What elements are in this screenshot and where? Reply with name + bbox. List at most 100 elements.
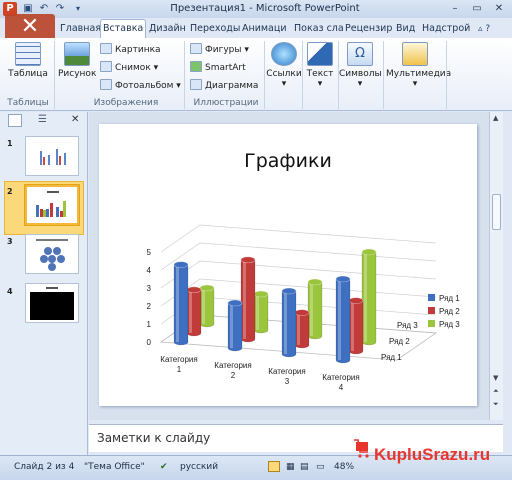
chart-label: Диаграмма: [205, 81, 259, 91]
chart-button[interactable]: Диаграмма: [190, 79, 258, 94]
tab-addins[interactable]: Надстрой: [420, 20, 472, 38]
reading-view-icon[interactable]: ▤: [300, 462, 309, 472]
screenshot-button[interactable]: Снимок ▾: [100, 61, 158, 76]
slides-tab-icon[interactable]: [8, 114, 22, 127]
table-button-label: Таблица: [8, 69, 48, 79]
group-separator: [446, 41, 447, 109]
theme-name[interactable]: "Тема Office": [84, 462, 145, 472]
table-button[interactable]: Таблица: [8, 42, 48, 79]
table-icon: [15, 42, 41, 66]
x-tick-label: Категория: [268, 367, 305, 376]
cylinder-Ряд-3-3[interactable]: [307, 278, 323, 340]
scroll-up-icon[interactable]: ▲: [493, 114, 498, 122]
slide-thumbnail-4[interactable]: [25, 283, 79, 323]
title-bar: P ▣ ↶ ↷ ▾ Презентация1 - Microsoft Power…: [0, 0, 512, 18]
slide-number: 1: [7, 139, 13, 148]
links-label: Ссылки: [266, 69, 302, 79]
omega-icon: Ω: [347, 42, 373, 66]
smartart-button[interactable]: SmartArt: [190, 61, 246, 76]
scroll-thumb[interactable]: [492, 194, 501, 230]
photo-album-button[interactable]: Фотоальбом ▾: [100, 79, 181, 94]
cylinder-Ряд-1-4[interactable]: [335, 275, 351, 364]
slideshow-view-icon[interactable]: ▭: [316, 462, 325, 472]
x-tick-label: Категория: [214, 361, 251, 370]
y-tick-label: 0: [147, 338, 152, 347]
media-label: Мультимедиа: [386, 69, 452, 79]
language[interactable]: русский: [180, 462, 218, 472]
maximize-button[interactable]: ▭: [466, 1, 488, 16]
slide-thumbnail-3[interactable]: [25, 234, 79, 274]
legend-entry[interactable]: Ряд 2: [439, 307, 460, 316]
clipart-button[interactable]: Картинка: [100, 43, 161, 58]
legend-swatch: [428, 307, 435, 314]
cylinder-Ряд-3-4[interactable]: [361, 248, 377, 346]
thumbnail-preview: [36, 191, 66, 217]
tab-design[interactable]: Дизайн: [147, 20, 188, 38]
cylinder-Ряд-1-1[interactable]: [173, 261, 189, 346]
cylinder-Ряд-2-4[interactable]: [348, 297, 364, 355]
close-window-button[interactable]: ✕: [488, 1, 510, 16]
speaker-icon: [402, 42, 428, 66]
tab-transitions[interactable]: Переходы: [188, 20, 242, 38]
group-separator: [383, 41, 384, 109]
tab-insert[interactable]: Вставка: [100, 19, 146, 39]
ribbon: Таблица Таблицы Рисунок Картинка Снимок …: [0, 38, 512, 111]
slide-sorter-icon[interactable]: ▦: [286, 462, 295, 472]
watermark-text: KupluSrazu.ru: [374, 445, 490, 464]
cylinder-Ряд-1-3[interactable]: [281, 287, 297, 358]
cart-wheel: [365, 454, 369, 458]
y-tick-label: 3: [147, 284, 152, 293]
slide-thumbnail-2[interactable]: [25, 185, 79, 225]
depth-axis-label: Ряд 2: [389, 337, 410, 346]
tab-animations[interactable]: Анимаци: [240, 20, 289, 38]
help-icon[interactable]: ▵ ?: [478, 24, 490, 34]
tab-review[interactable]: Рецензир: [343, 20, 394, 38]
vertical-scrollbar[interactable]: ▲ ▼ ⏶ ⏷: [489, 112, 503, 420]
cylinder-Ряд-2-2[interactable]: [240, 256, 256, 343]
legend-entry[interactable]: Ряд 1: [439, 294, 460, 303]
cylinder-Ряд-2-1[interactable]: [186, 286, 202, 337]
current-slide[interactable]: Графики 0 1 2 3 4 5 Категория 1 Категория 2 Катего…: [99, 124, 477, 406]
slides-panel: ☰ ✕ 1 2 3 4: [0, 112, 88, 455]
media-button[interactable]: Мультимедиа ▾: [386, 42, 451, 89]
tab-home[interactable]: Главная: [58, 20, 103, 38]
tab-slideshow[interactable]: Показ сла: [292, 20, 346, 38]
minimize-button[interactable]: –: [444, 1, 466, 16]
links-button[interactable]: Ссылки ▾: [266, 42, 302, 89]
symbols-button[interactable]: Ω Символы ▾: [339, 42, 382, 89]
spellcheck-icon[interactable]: ✔: [160, 462, 168, 472]
cylinder-Ряд-3-2[interactable]: [253, 290, 269, 334]
close-panel-icon[interactable]: ✕: [71, 114, 79, 125]
legend-swatch: [428, 320, 435, 327]
clipart-label: Картинка: [115, 45, 161, 55]
photo-album-label: Фотоальбом: [115, 81, 174, 91]
zoom-level[interactable]: 48%: [334, 462, 354, 472]
customize-icon[interactable]: ▾: [72, 3, 84, 15]
illustrations-group-label: Иллюстрации: [193, 98, 259, 108]
tab-view[interactable]: Вид: [394, 20, 417, 38]
screenshot-icon: [100, 61, 112, 72]
slide-thumbnail-1[interactable]: [25, 136, 79, 176]
photo-album-icon: [100, 79, 112, 90]
symbols-label: Символы: [339, 69, 382, 79]
depth-axis-label: Ряд 3: [397, 321, 418, 330]
gridline: [160, 260, 437, 289]
tables-group-label: Таблицы: [7, 98, 49, 108]
next-slide-icon[interactable]: ⏷: [493, 400, 499, 409]
cylinder-Ряд-3-1[interactable]: [199, 284, 215, 328]
picture-button[interactable]: Рисунок: [58, 42, 96, 79]
text-button[interactable]: Текст ▾: [303, 42, 337, 89]
redo-icon[interactable]: ↷: [54, 3, 66, 15]
scroll-down-icon[interactable]: ▼: [493, 374, 498, 382]
smartart-icon: [190, 61, 202, 72]
normal-view-icon[interactable]: [268, 461, 280, 472]
shapes-button[interactable]: Фигуры ▾: [190, 43, 249, 58]
chart-3d-cylinder[interactable]: 012345Категория1 Категория2 Категория3 Кате…: [99, 124, 477, 406]
x-tick-label: Категория: [322, 373, 359, 382]
cylinder-Ряд-1-2[interactable]: [227, 299, 243, 352]
legend-entry[interactable]: Ряд 3: [439, 320, 460, 329]
x-tick-label: 3: [285, 377, 290, 386]
previous-slide-icon[interactable]: ⏶: [493, 387, 499, 396]
outline-tab-icon[interactable]: ☰: [38, 114, 47, 125]
cylinder-Ряд-2-3[interactable]: [294, 309, 310, 349]
